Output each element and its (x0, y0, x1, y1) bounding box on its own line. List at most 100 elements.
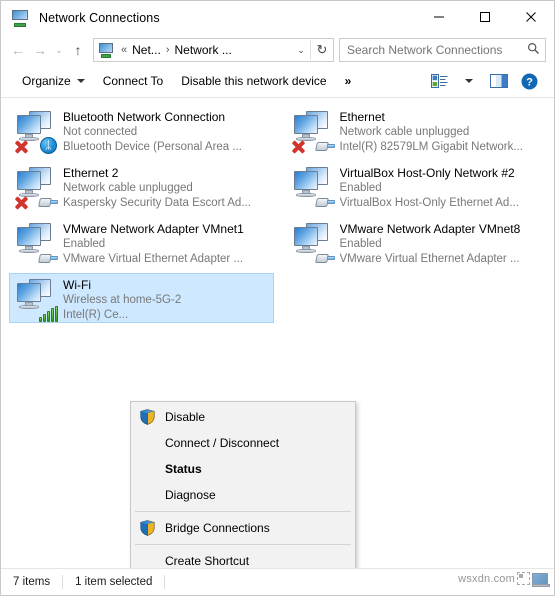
breadcrumb-overflow-icon[interactable]: « (118, 44, 130, 56)
connection-device: Kaspersky Security Data Escort Ad... (63, 197, 251, 209)
menu-item-connect-disconnect[interactable]: Connect / Disconnect (131, 430, 355, 456)
breadcrumb-item-1[interactable]: Network ... (172, 43, 233, 57)
bluetooth-icon: ᛦ (40, 137, 57, 154)
command-overflow-button[interactable]: » (336, 70, 361, 92)
menu-item-bridge-connections[interactable]: Bridge Connections (131, 515, 355, 541)
address-breadcrumb-bar[interactable]: « Net... › Network ... ⌄ ↻ (93, 38, 334, 62)
menu-separator (135, 544, 351, 545)
connection-item[interactable]: ᛦ Bluetooth Network Connection Not connect… (1, 102, 278, 158)
network-connections-icon (98, 42, 114, 58)
network-connections-icon (11, 9, 29, 27)
address-bar-row: ← → ⌄ ↑ « Net... › Network ... ⌄ ↻ Searc… (1, 35, 554, 65)
menu-separator (135, 511, 351, 512)
menu-icon-placeholder (137, 459, 159, 479)
connection-device: Bluetooth Device (Personal Area ... (63, 141, 242, 153)
wifi-signal-icon (39, 306, 59, 322)
disable-network-device-button[interactable]: Disable this network device (172, 70, 335, 92)
connection-item[interactable]: Ethernet 2 Network cable unplugged Kaspers… (1, 158, 278, 214)
connection-name: Ethernet 2 (63, 166, 119, 180)
connection-context-menu[interactable]: Disable Connect / Disconnect Status Diagnos… (130, 401, 356, 568)
connect-to-button[interactable]: Connect To (94, 70, 173, 92)
connection-name: VMware Network Adapter VMnet1 (63, 222, 244, 236)
network-adapter-icon: ᛦ (13, 109, 59, 155)
menu-item-label: Disable (165, 410, 206, 424)
network-adapter-icon (290, 221, 336, 267)
menu-item-label: Create Shortcut (165, 554, 250, 568)
menu-item-label: Bridge Connections (165, 521, 270, 535)
search-box[interactable]: Search Network Connections (339, 38, 546, 62)
forward-button[interactable]: → (29, 39, 51, 61)
preview-pane-icon[interactable] (486, 69, 512, 93)
connection-status: Not connected (63, 126, 138, 138)
organize-label: Organize (22, 74, 71, 88)
menu-icon-placeholder (137, 485, 159, 505)
network-connections-window: Network Connections ← → ⌄ ↑ « Net... › N… (0, 0, 555, 596)
up-button[interactable]: ↑ (67, 39, 89, 61)
connection-device: Intel(R) 82579LM Gigabit Network... (339, 141, 523, 153)
details-view-icon (517, 572, 530, 585)
back-button[interactable]: ← (7, 39, 29, 61)
title-bar: Network Connections (1, 1, 554, 35)
disabled-x-icon (13, 194, 29, 210)
command-bar: Organize Connect To Disable this network… (1, 65, 554, 98)
item-count-label: 7 items (13, 575, 64, 589)
network-adapter-icon (13, 165, 59, 211)
chevron-down-icon (76, 79, 85, 83)
connection-item[interactable]: Ethernet Network cable unplugged Intel(R) … (278, 102, 555, 158)
menu-item-disable[interactable]: Disable (131, 404, 355, 430)
network-cable-icon (314, 252, 335, 265)
menu-item-label: Status (165, 462, 202, 476)
network-adapter-icon (290, 165, 336, 211)
connection-device: Intel(R) Ce... (63, 309, 129, 321)
connections-list-area[interactable]: ᛦ Bluetooth Network Connection Not connect… (1, 98, 554, 568)
connection-status: Network cable unplugged (339, 126, 470, 138)
connection-status: Enabled (339, 238, 382, 250)
status-bar: 7 items 1 item selected wsxdn.com (1, 568, 554, 595)
network-adapter-icon (13, 221, 59, 267)
menu-item-create-shortcut[interactable]: Create Shortcut (131, 548, 355, 568)
uac-shield-icon (137, 407, 159, 427)
chevron-down-icon[interactable]: ⌄ (292, 45, 310, 56)
network-adapter-icon (13, 277, 59, 323)
connection-status: Enabled (339, 182, 382, 194)
close-button[interactable] (508, 1, 554, 33)
connection-status: Network cable unplugged (63, 182, 193, 194)
menu-item-label: Connect / Disconnect (165, 436, 280, 450)
large-icons-view-icon (532, 572, 550, 587)
connection-item[interactable]: VirtualBox Host-Only Network #2 Enabled Vi… (278, 158, 555, 214)
menu-item-status[interactable]: Status (131, 456, 355, 482)
chevron-right-icon: › (165, 44, 170, 56)
maximize-button[interactable] (462, 1, 508, 33)
watermark-text: wsxdn.com (458, 572, 515, 585)
minimize-button[interactable] (416, 1, 462, 33)
command-bar-right: ? (426, 69, 546, 93)
menu-icon-placeholder (137, 433, 159, 453)
window-controls (416, 1, 554, 35)
search-icon (521, 42, 545, 58)
network-cable-icon (314, 140, 335, 153)
change-view-icon[interactable] (426, 69, 452, 93)
svg-text:?: ? (526, 76, 533, 88)
connections-grid: ᛦ Bluetooth Network Connection Not connect… (1, 98, 554, 326)
connection-name: Bluetooth Network Connection (63, 110, 226, 124)
connection-item[interactable]: Wi-Fi Wireless at home-5G-2 Intel(R) Ce... (1, 270, 278, 326)
network-cable-icon (38, 196, 58, 209)
connection-item[interactable]: VMware Network Adapter VMnet8 Enabled VMwa… (278, 214, 555, 270)
watermark: wsxdn.com (458, 572, 550, 587)
uac-shield-icon (140, 520, 155, 536)
organize-button[interactable]: Organize (13, 70, 94, 92)
breadcrumb-item-0[interactable]: Net... (130, 43, 163, 57)
menu-icon-placeholder (137, 551, 159, 568)
recent-locations-button[interactable]: ⌄ (51, 39, 67, 61)
connection-item[interactable]: VMware Network Adapter VMnet1 Enabled VMwa… (1, 214, 278, 270)
connection-name: VirtualBox Host-Only Network #2 (339, 166, 515, 180)
connection-device: VMware Virtual Ethernet Adapter ... (339, 253, 520, 265)
search-input[interactable]: Search Network Connections (340, 43, 521, 57)
menu-item-diagnose[interactable]: Diagnose (131, 482, 355, 508)
connection-device: VirtualBox Host-Only Ethernet Ad... (339, 197, 519, 209)
refresh-icon[interactable]: ↻ (310, 40, 333, 60)
view-dropdown-caret-icon[interactable] (456, 69, 482, 93)
connection-status: Wireless at home-5G-2 (63, 294, 182, 306)
help-icon[interactable]: ? (516, 69, 542, 93)
uac-shield-icon (137, 518, 159, 538)
